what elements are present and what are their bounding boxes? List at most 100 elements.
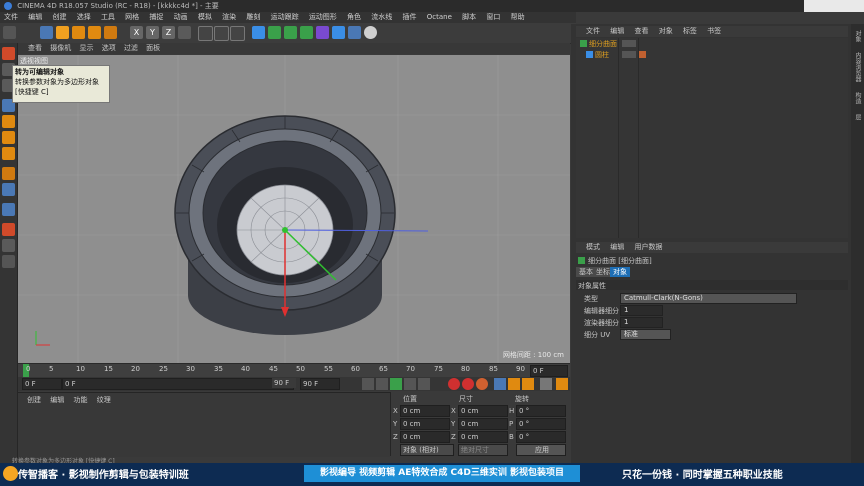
cube-icon[interactable] xyxy=(252,26,265,39)
menu-pipeline[interactable]: 流水线 xyxy=(371,13,392,21)
obj-menu-view[interactable]: 查看 xyxy=(634,27,648,35)
polygons-mode-icon[interactable] xyxy=(2,147,15,160)
spline-pen-icon[interactable] xyxy=(268,26,281,39)
render-settings-icon[interactable] xyxy=(230,26,245,41)
viewport-menu-filter[interactable]: 过滤 xyxy=(124,44,138,52)
camera-icon[interactable] xyxy=(348,26,361,39)
menu-file[interactable]: 文件 xyxy=(4,13,18,21)
obj-menu-edit[interactable]: 编辑 xyxy=(610,27,624,35)
cloner-icon[interactable] xyxy=(300,26,313,39)
snap-icon[interactable] xyxy=(2,203,15,216)
viewport-menu-display[interactable]: 显示 xyxy=(79,44,93,52)
move-icon[interactable] xyxy=(56,26,69,39)
position-key-icon[interactable] xyxy=(494,378,506,390)
light-icon[interactable] xyxy=(364,26,377,39)
menu-sculpt[interactable]: 雕刻 xyxy=(246,13,260,21)
menu-window[interactable]: 窗口 xyxy=(486,13,500,21)
keyframe-selection-icon[interactable] xyxy=(476,378,488,390)
coord-mode-select[interactable]: 对象 (相对) xyxy=(400,444,454,456)
obj-menu-object[interactable]: 对象 xyxy=(659,27,673,35)
size-y-field[interactable]: 0 cm xyxy=(458,418,508,430)
obj-menu-tag[interactable]: 标签 xyxy=(683,27,697,35)
next-frame-icon[interactable] xyxy=(404,378,416,390)
solo-icon[interactable] xyxy=(2,223,15,236)
pos-x-field[interactable]: 0 cm xyxy=(400,405,450,417)
size-x-field[interactable]: 0 cm xyxy=(458,405,508,417)
material-menu-edit[interactable]: 编辑 xyxy=(50,396,64,404)
menu-select[interactable]: 选择 xyxy=(77,13,91,21)
undo-icon[interactable] xyxy=(3,26,16,39)
recent-tool-icon[interactable] xyxy=(104,26,117,39)
menu-edit[interactable]: 编辑 xyxy=(28,13,42,21)
menu-help[interactable]: 帮助 xyxy=(511,13,525,21)
side-tab-layers[interactable]: 层 xyxy=(853,114,862,120)
side-tab-content-browser[interactable]: 内容浏览器 xyxy=(853,52,862,82)
attr-menu-edit[interactable]: 编辑 xyxy=(610,243,624,251)
x-axis-button[interactable]: X xyxy=(130,26,143,39)
menu-tools[interactable]: 工具 xyxy=(101,13,115,21)
edges-mode-icon[interactable] xyxy=(2,131,15,144)
lock-workplane-icon[interactable] xyxy=(2,239,15,252)
y-axis-button[interactable]: Y xyxy=(146,26,159,39)
viewport-menu-panel[interactable]: 面板 xyxy=(146,44,160,52)
visibility-toggle[interactable] xyxy=(622,40,636,47)
rotate-icon[interactable] xyxy=(88,26,101,39)
start-frame-field[interactable]: 0 F xyxy=(22,378,62,390)
subdivision-surface-icon[interactable] xyxy=(284,26,297,39)
make-editable-icon[interactable] xyxy=(2,47,15,60)
viewport-menu-camera[interactable]: 摄像机 xyxy=(50,44,71,52)
parameter-key-icon[interactable] xyxy=(540,378,552,390)
timeline-window-icon[interactable] xyxy=(556,378,568,390)
rot-b-field[interactable]: 0 ° xyxy=(516,431,566,443)
viewport-menu-view[interactable]: 查看 xyxy=(28,44,42,52)
window-controls[interactable] xyxy=(804,0,864,12)
render-picture-viewer-icon[interactable] xyxy=(214,26,229,41)
z-axis-button[interactable]: Z xyxy=(162,26,175,39)
timeline-ruler[interactable]: 0 5 10 15 20 25 30 35 40 45 50 55 60 65 … xyxy=(18,363,570,378)
rot-h-field[interactable]: 0 ° xyxy=(516,405,566,417)
grid-icon[interactable] xyxy=(2,255,15,268)
attr-subdiv-uv-select[interactable]: 标准 xyxy=(620,329,671,340)
attr-type-select[interactable]: Catmull-Clark(N-Gons) xyxy=(620,293,797,304)
menu-plugins[interactable]: 插件 xyxy=(403,13,417,21)
tab-object[interactable]: 对象 xyxy=(610,267,630,277)
size-mode-select[interactable]: 绝对尺寸 xyxy=(458,444,508,456)
phong-tag-icon[interactable] xyxy=(638,51,646,58)
menu-mesh[interactable]: 网格 xyxy=(125,13,139,21)
pos-y-field[interactable]: 0 cm xyxy=(400,418,450,430)
go-to-start-icon[interactable] xyxy=(362,378,374,390)
play-icon[interactable] xyxy=(390,378,402,390)
visibility-toggle[interactable] xyxy=(622,51,636,58)
material-menu-function[interactable]: 功能 xyxy=(73,396,87,404)
attr-menu-userdata[interactable]: 用户数据 xyxy=(634,243,662,251)
attr-menu-mode[interactable]: 模式 xyxy=(586,243,600,251)
rot-p-field[interactable]: 0 ° xyxy=(516,418,566,430)
go-to-end-icon[interactable] xyxy=(418,378,430,390)
attr-render-subdiv-field[interactable]: 1 xyxy=(620,317,663,328)
pos-z-field[interactable]: 0 cm xyxy=(400,431,450,443)
menu-character[interactable]: 角色 xyxy=(347,13,361,21)
menu-create[interactable]: 创建 xyxy=(52,13,66,21)
points-mode-icon[interactable] xyxy=(2,115,15,128)
menu-script[interactable]: 脚本 xyxy=(462,13,476,21)
axis-mode-icon[interactable] xyxy=(2,167,15,180)
attr-editor-subdiv-field[interactable]: 1 xyxy=(620,305,663,316)
rotation-key-icon[interactable] xyxy=(522,378,534,390)
side-tab-structure[interactable]: 构造 xyxy=(853,92,862,104)
object-row-cylinder[interactable]: 圆柱 xyxy=(576,50,848,60)
autokey-icon[interactable] xyxy=(462,378,474,390)
menu-animate[interactable]: 动画 xyxy=(174,13,188,21)
scene-icon[interactable] xyxy=(332,26,345,39)
menu-snap[interactable]: 捕捉 xyxy=(149,13,163,21)
deformer-icon[interactable] xyxy=(316,26,329,39)
end-frame-field[interactable]: 90 F xyxy=(300,378,340,390)
menu-octane[interactable]: Octane xyxy=(427,13,452,21)
previous-frame-icon[interactable] xyxy=(376,378,388,390)
menu-mograph[interactable]: 运动图形 xyxy=(309,13,337,21)
menu-render[interactable]: 渲染 xyxy=(222,13,236,21)
record-icon[interactable] xyxy=(448,378,460,390)
apply-button[interactable]: 应用 xyxy=(516,444,566,456)
preview-start-field[interactable]: 0 F xyxy=(62,378,294,390)
obj-menu-bookmark[interactable]: 书签 xyxy=(707,27,721,35)
menu-motion-tracking[interactable]: 运动跟踪 xyxy=(271,13,299,21)
